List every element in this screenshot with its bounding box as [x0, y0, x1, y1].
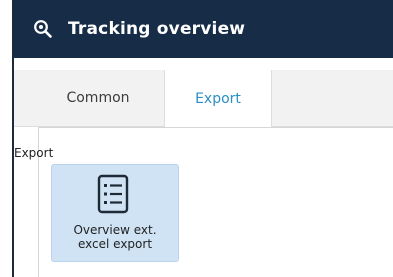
overview-excel-export-button[interactable]: Overview ext. excel export	[51, 164, 179, 262]
tab-export-label: Export	[195, 90, 241, 107]
window-title: Tracking overview	[68, 19, 246, 39]
tab-export[interactable]: Export	[164, 70, 272, 127]
tab-common-label: Common	[66, 90, 130, 106]
export-button-label-line1: Overview ext.	[73, 223, 157, 237]
tab-bar: Common Export	[14, 70, 393, 127]
list-icon	[96, 173, 130, 215]
title-bar: Tracking overview	[14, 0, 393, 58]
search-icon	[30, 16, 56, 42]
export-button-label: Overview ext. excel export	[52, 223, 178, 251]
ribbon-group-label: Export	[14, 146, 54, 160]
tab-common[interactable]: Common	[38, 70, 158, 126]
export-button-label-line2: excel export	[77, 237, 153, 251]
